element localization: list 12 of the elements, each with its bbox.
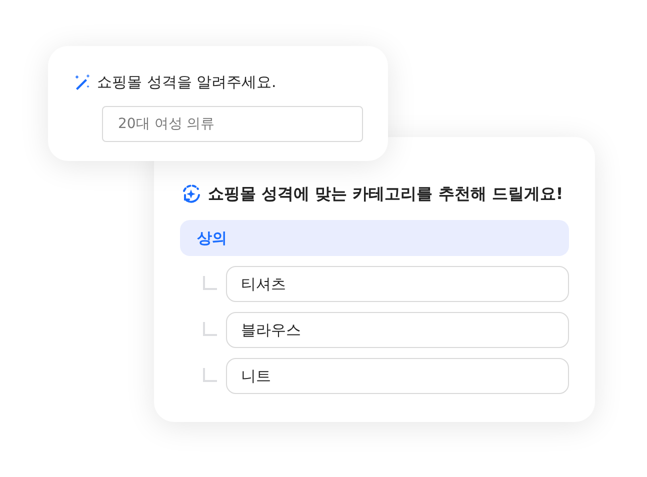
subcategory-item[interactable]: 티셔츠 xyxy=(226,266,569,302)
answer-field[interactable]: 20대 여성 의류 xyxy=(102,106,363,142)
card-title: 쇼핑몰 성격에 맞는 카테고리를 추천해 드릴게요! xyxy=(208,183,564,205)
category-item[interactable]: 상의 xyxy=(180,220,569,256)
tree-connector xyxy=(203,368,217,382)
subcategory-item[interactable]: 니트 xyxy=(226,358,569,394)
question-text: 쇼핑몰 성격을 알려주세요. xyxy=(97,72,276,93)
subcategory-item[interactable]: 블라우스 xyxy=(226,312,569,348)
tree-connector xyxy=(203,276,217,290)
sparkle-refresh-icon xyxy=(180,183,202,205)
tree-connector xyxy=(203,322,217,336)
magic-wand-icon xyxy=(73,73,91,92)
